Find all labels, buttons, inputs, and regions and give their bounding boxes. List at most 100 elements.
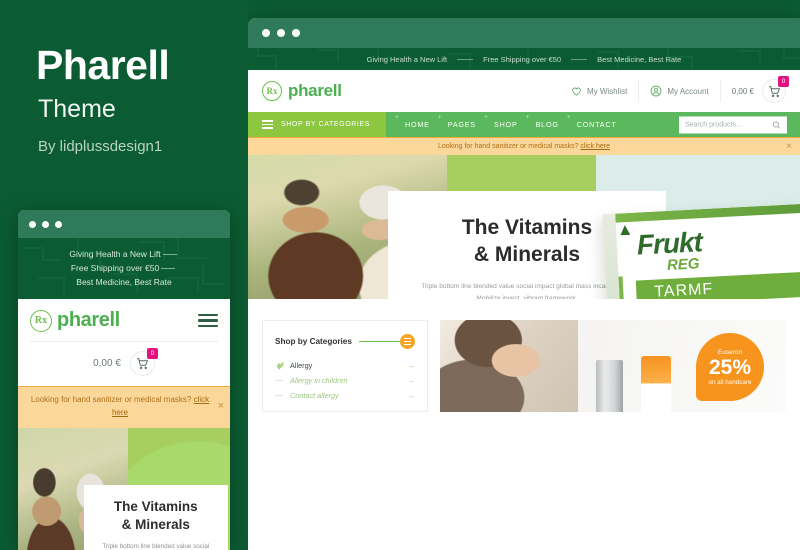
mobile-menu-hamburger-icon[interactable] — [198, 313, 218, 328]
allergy-icon — [276, 361, 284, 370]
separator-dash — [161, 268, 176, 270]
cart-widget[interactable]: 0,00 € 0 — [721, 76, 789, 103]
product-side-accent — [618, 276, 626, 299]
account-link[interactable]: My Account — [639, 80, 721, 102]
product-bottle-orange — [640, 356, 671, 412]
discount-subtext: on all handcare — [708, 378, 752, 386]
chevron-right-icon: → — [407, 376, 415, 385]
browser-chrome — [248, 18, 800, 48]
mobile-notice-text: Looking for hand sanitizer or medical ma… — [30, 395, 192, 405]
window-dot-close-icon[interactable] — [262, 29, 270, 37]
chevron-right-icon: → — [407, 391, 415, 400]
categories-card-header: Shop by Categories — [275, 334, 415, 349]
mobile-logo[interactable]: Rx pharell — [30, 309, 120, 332]
mobile-announcement-0: Giving Health a New Lift — [69, 249, 161, 259]
rx-prescription-icon: Rx — [30, 309, 52, 332]
shop-by-categories-button[interactable]: SHOP BY CATEGORIES — [248, 112, 386, 137]
separator-dash — [571, 58, 588, 60]
site-logo-text: pharell — [288, 81, 342, 100]
cart-button[interactable]: 0 — [762, 76, 789, 103]
announcement-2: Best Medicine, Best Rate — [597, 54, 682, 64]
mobile-notice-bar: Looking for hand sanitizer or medical ma… — [18, 386, 230, 428]
window-dot-maximize-icon[interactable] — [55, 220, 62, 228]
mobile-cart-row: 0,00 € 0 — [18, 342, 230, 386]
nav-menu: HOME PAGES SHOP BLOG CONTACT — [386, 112, 626, 137]
nav-item-pages[interactable]: PAGES — [438, 114, 485, 129]
mobile-logo-text: pharell — [57, 309, 120, 332]
hamburger-icon — [262, 119, 273, 130]
categories-card-title: Shop by Categories — [275, 337, 352, 346]
shopping-cart-icon — [136, 358, 148, 370]
window-dot-minimize-icon[interactable] — [277, 29, 285, 37]
nav-item-blog[interactable]: BLOG — [526, 114, 568, 129]
category-label: Contact allergy — [290, 391, 339, 400]
mobile-hero-title-line1: The Vitamins — [113, 499, 198, 515]
search-input[interactable]: Search products... — [679, 116, 787, 133]
window-dot-maximize-icon[interactable] — [292, 29, 300, 37]
cart-count-badge: 0 — [778, 76, 789, 87]
promo-banner-photo-woman — [440, 320, 579, 412]
promo-subtitle: Theme — [38, 95, 116, 123]
dash-bullet-icon: — — [275, 391, 283, 400]
separator-dash — [457, 58, 474, 60]
category-item-contact-allergy[interactable]: — Contact allergy → — [275, 388, 415, 403]
eco-leaf-icon — [620, 225, 631, 236]
cart-price: 0,00 € — [731, 86, 754, 96]
nav-item-shop[interactable]: SHOP — [484, 114, 527, 129]
notice-text: Looking for hand sanitizer or medical ma… — [438, 143, 579, 150]
announcement-1: Free Shipping over €50 — [483, 54, 562, 64]
window-dot-minimize-icon[interactable] — [42, 220, 49, 228]
hero-title-line2: & Minerals — [473, 243, 581, 267]
search-placeholder: Search products... — [685, 121, 742, 128]
dash-bullet-icon: — — [275, 376, 283, 385]
handcare-promo-banner[interactable]: Euseron 25% on all handcare — [440, 320, 786, 412]
mobile-hero-description: Triple bottom line blended value social … — [102, 542, 210, 550]
user-account-icon — [650, 85, 662, 97]
hero-section: Frukt REG TARMF TÄRNINGAR VEG The Vitami… — [248, 155, 800, 299]
category-item-allergy[interactable]: Allergy → — [275, 358, 415, 373]
site-logo[interactable]: Rx pharell — [262, 81, 342, 101]
mobile-hero: The Vitamins & Minerals Triple bottom lin… — [18, 427, 230, 550]
mobile-preview-mockup: Giving Health a New Lift Free Shipping o… — [18, 210, 230, 550]
chevron-right-icon: → — [407, 361, 415, 370]
category-label: Allergy in children — [290, 376, 348, 385]
wishlist-label: My Wishlist — [586, 86, 628, 96]
rx-prescription-icon: Rx — [262, 81, 282, 101]
window-dot-close-icon[interactable] — [29, 220, 36, 228]
mobile-cart-button[interactable]: 0 — [129, 348, 158, 377]
desktop-preview-mockup: Giving Health a New Lift Free Shipping o… — [248, 18, 800, 550]
discount-badge: Euseron 25% on all handcare — [696, 333, 764, 401]
categories-toggle-button[interactable] — [400, 334, 415, 349]
product-band-primary: TARMF — [635, 271, 800, 299]
account-label: My Account — [667, 86, 709, 96]
site-header: Rx pharell My Wishlist My Account 0,00 € — [248, 70, 800, 112]
heart-icon — [572, 87, 581, 96]
shop-by-categories-card: Shop by Categories Allergy → — Allergy i… — [262, 320, 428, 412]
announcement-bar: Giving Health a New Lift Free Shipping o… — [248, 48, 800, 70]
announcement-0: Giving Health a New Lift — [366, 54, 448, 64]
product-brand-sub: REG — [666, 255, 700, 275]
mobile-cart-count-badge: 0 — [146, 348, 158, 360]
search-icon[interactable] — [772, 120, 781, 129]
mobile-cart-price: 0,00 € — [93, 358, 121, 370]
nav-item-contact[interactable]: CONTACT — [567, 114, 626, 129]
promo-author: By lidplussdesign1 — [38, 138, 163, 155]
product-bottle-gray — [595, 360, 623, 412]
mobile-hero-title-line2: & Minerals — [121, 517, 190, 533]
notice-link[interactable]: click here — [580, 143, 610, 150]
divider — [358, 341, 400, 342]
category-item-allergy-in-children[interactable]: — Allergy in children → — [275, 373, 415, 388]
shop-by-categories-label: SHOP BY CATEGORIES — [281, 121, 370, 128]
nav-item-home[interactable]: HOME — [395, 114, 439, 129]
wishlist-link[interactable]: My Wishlist — [560, 80, 640, 102]
mobile-announcement-1: Free Shipping over €50 — [70, 263, 160, 274]
mobile-announcement-bar: Giving Health a New Lift Free Shipping o… — [18, 238, 230, 300]
mobile-notice-close-icon[interactable]: × — [218, 399, 224, 417]
notice-close-icon[interactable]: × — [786, 141, 792, 152]
categories-list: Allergy → — Allergy in children → — Cont… — [275, 358, 415, 403]
separator-dash — [162, 254, 177, 256]
notice-bar: Looking for hand sanitizer or medical ma… — [248, 137, 800, 155]
discount-percent: 25% — [708, 355, 752, 379]
page-title: Pharell — [36, 42, 170, 88]
mobile-hero-card: The Vitamins & Minerals Triple bottom lin… — [83, 485, 228, 550]
